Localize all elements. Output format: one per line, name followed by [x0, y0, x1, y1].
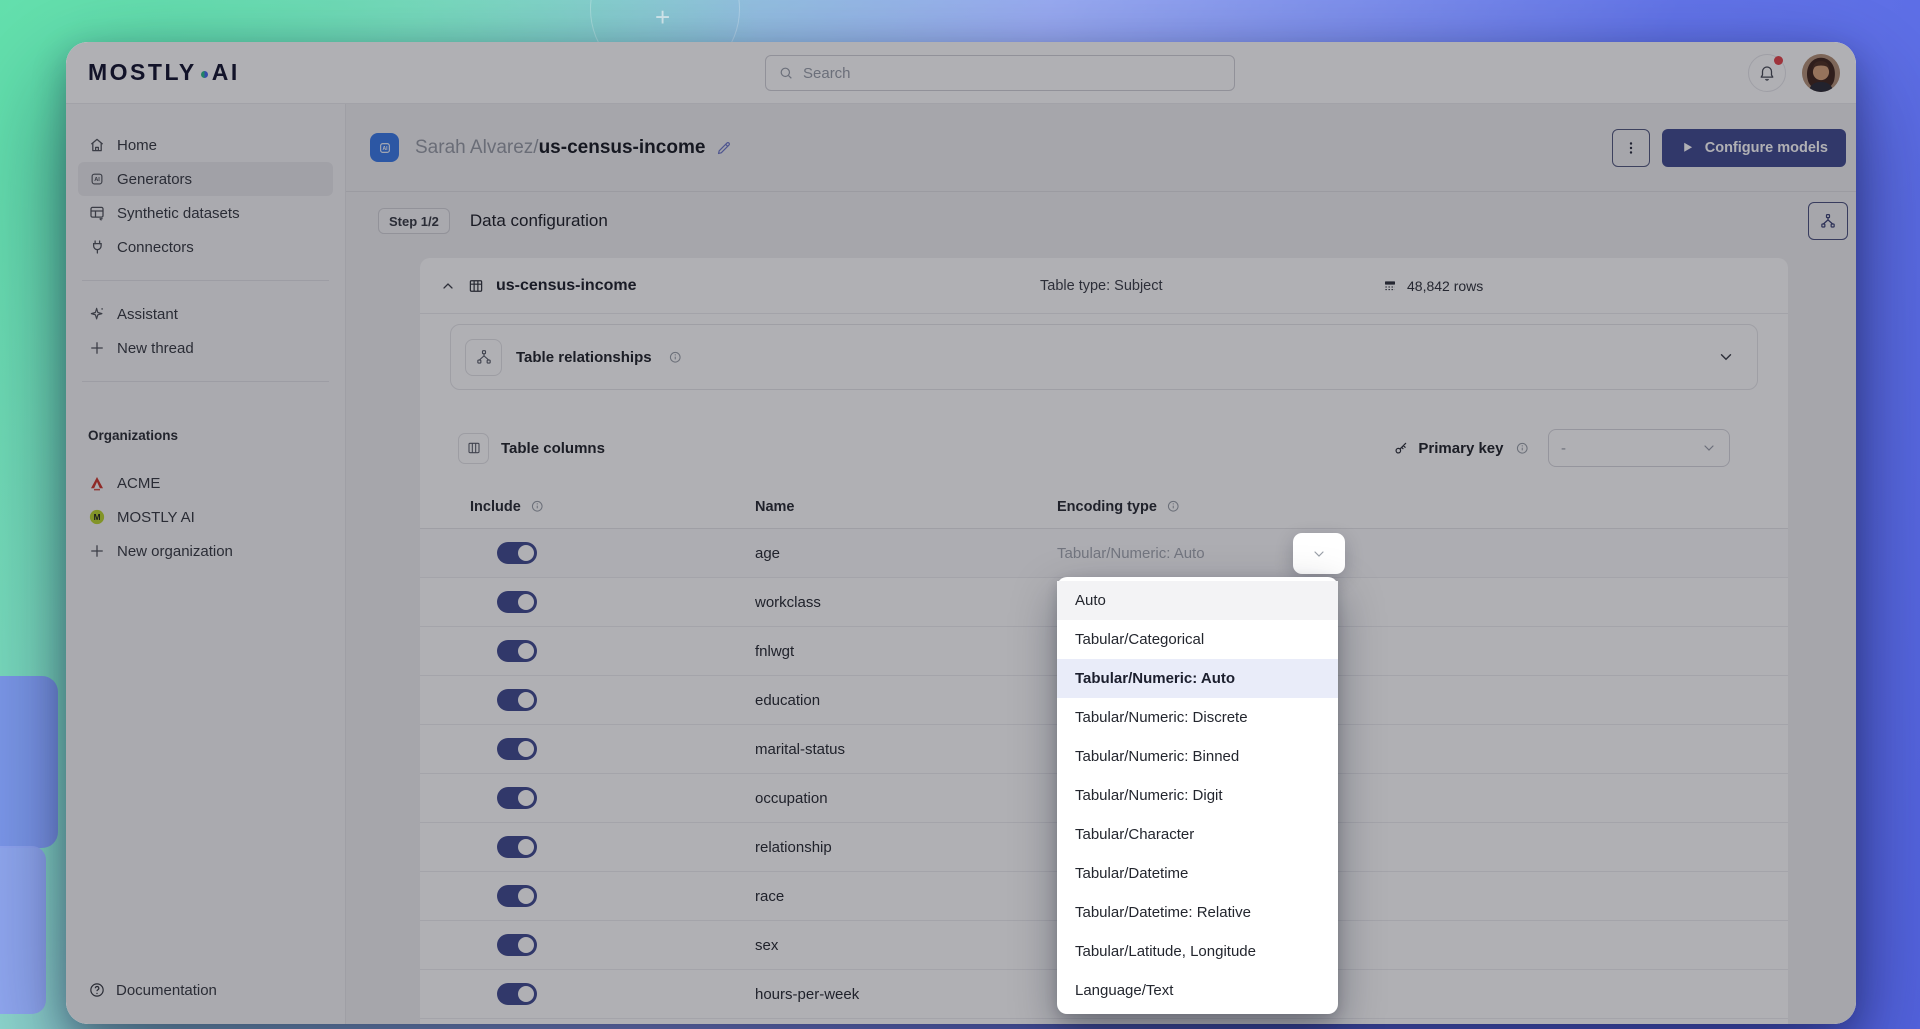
backdrop-shape — [0, 846, 46, 1014]
dropdown-option-label: Tabular/Numeric: Digit — [1075, 787, 1223, 804]
dropdown-option-label: Auto — [1075, 592, 1106, 609]
dim-overlay — [66, 42, 1856, 1024]
dropdown-option-label: Tabular/Categorical — [1075, 631, 1204, 648]
dropdown-option-label: Tabular/Numeric: Discrete — [1075, 709, 1248, 726]
dropdown-option[interactable]: Tabular/Numeric: Auto — [1057, 659, 1338, 698]
dropdown-option-label: Language/Text — [1075, 982, 1173, 999]
dropdown-option-label: Tabular/Numeric: Auto — [1075, 670, 1235, 687]
dropdown-option[interactable]: Tabular/Numeric: Digit — [1057, 776, 1338, 815]
dropdown-option[interactable]: Tabular/Categorical — [1057, 620, 1338, 659]
dropdown-option-label: Tabular/Numeric: Binned — [1075, 748, 1239, 765]
encoding-select-trigger[interactable] — [1293, 533, 1345, 574]
backdrop-plus-shape: + — [655, 2, 670, 33]
dropdown-option-label: Tabular/Latitude, Longitude — [1075, 943, 1256, 960]
dropdown-option[interactable]: Auto — [1057, 581, 1338, 620]
dropdown-option[interactable]: Tabular/Datetime — [1057, 854, 1338, 893]
dropdown-option[interactable]: Tabular/Character — [1057, 815, 1338, 854]
dropdown-option-label: Tabular/Character — [1075, 826, 1194, 843]
screen: + MOSTLY AI — [0, 0, 1920, 1029]
dropdown-option[interactable]: Language/Text — [1057, 971, 1338, 1010]
chevron-down-icon — [1311, 546, 1327, 562]
dropdown-option-label: Tabular/Datetime — [1075, 865, 1188, 882]
dropdown-option[interactable]: Tabular/Numeric: Binned — [1057, 737, 1338, 776]
dropdown-option-label: Tabular/Datetime: Relative — [1075, 904, 1251, 921]
backdrop-shape — [0, 676, 58, 848]
encoding-type-dropdown: Auto Tabular/Categorical Tabular/Numeric… — [1057, 577, 1338, 1014]
dropdown-option[interactable]: Tabular/Datetime: Relative — [1057, 893, 1338, 932]
dropdown-option[interactable]: Tabular/Numeric: Discrete — [1057, 698, 1338, 737]
dropdown-option[interactable]: Tabular/Latitude, Longitude — [1057, 932, 1338, 971]
